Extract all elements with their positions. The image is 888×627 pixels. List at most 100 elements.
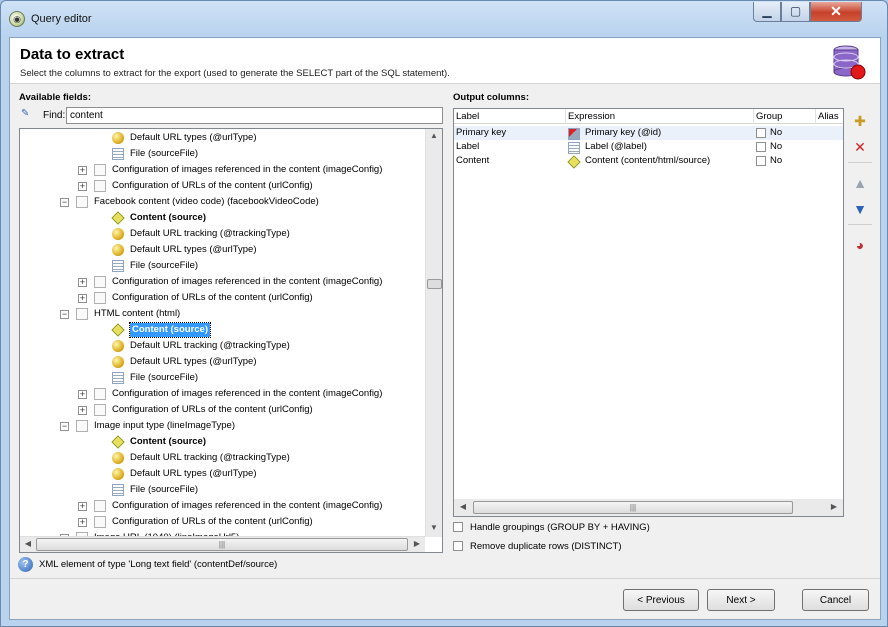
output-columns-table[interactable]: Label Expression Group Alias Primary key… xyxy=(453,108,844,517)
content-field-icon xyxy=(111,435,125,449)
primary-key-icon xyxy=(568,128,580,140)
add-column-icon[interactable]: ✚ xyxy=(851,112,869,130)
group-value: No xyxy=(770,127,783,138)
column-header-expression[interactable]: Expression xyxy=(566,109,754,124)
distribution-icon[interactable]: ◕ xyxy=(851,236,869,254)
expand-icon[interactable]: + xyxy=(78,278,87,287)
node-icon xyxy=(76,196,88,208)
expand-icon[interactable]: + xyxy=(78,166,87,175)
tree-row[interactable]: − Image input type (lineImageType) xyxy=(20,418,420,434)
expand-icon[interactable]: + xyxy=(78,406,87,415)
find-input[interactable] xyxy=(66,107,443,124)
expand-icon[interactable]: + xyxy=(78,518,87,527)
tree-row[interactable]: Default URL types (@urlType) xyxy=(20,354,420,370)
maximize-button[interactable]: ▢ xyxy=(781,2,810,22)
output-tools: ✚ ✕ ▲ ▼ ◕ xyxy=(848,108,872,268)
tree-row[interactable]: Content (source) xyxy=(20,322,420,338)
minimize-button[interactable]: ▁ xyxy=(753,2,781,22)
tree-row[interactable]: Default URL types (@urlType) xyxy=(20,242,420,258)
move-down-icon[interactable]: ▼ xyxy=(851,200,869,218)
out-scroll-right-icon[interactable]: ▶ xyxy=(826,502,842,511)
tree-row[interactable]: + Configuration of URLs of the content (u… xyxy=(20,178,420,194)
tree-row[interactable]: + Configuration of URLs of the content (u… xyxy=(20,402,420,418)
output-row[interactable]: Content Content (content/html/source) No xyxy=(454,154,843,169)
expand-icon[interactable]: + xyxy=(78,294,87,303)
tree-row-label: File (sourceFile) xyxy=(130,372,199,383)
url-type-icon xyxy=(112,468,124,480)
delete-icon[interactable]: ✕ xyxy=(851,138,869,156)
expand-icon[interactable]: + xyxy=(78,182,87,191)
expand-icon[interactable]: + xyxy=(78,390,87,399)
scroll-down-icon[interactable]: ▼ xyxy=(426,523,442,532)
group-checkbox[interactable] xyxy=(756,128,766,138)
tree-row[interactable]: + Configuration of images referenced in t… xyxy=(20,162,420,178)
tree-scroll-thumb[interactable] xyxy=(427,279,442,289)
tree-row-label: Default URL tracking (@trackingType) xyxy=(130,340,290,351)
tree-row[interactable]: Default URL types (@urlType) xyxy=(20,130,420,146)
file-icon xyxy=(112,372,124,384)
move-up-icon[interactable]: ▲ xyxy=(851,174,869,192)
node-icon xyxy=(76,308,88,320)
tree-horizontal-scrollbar[interactable]: ◀ ||| ▶ xyxy=(20,536,425,552)
scroll-right-icon[interactable]: ▶ xyxy=(409,539,425,548)
tree-row[interactable]: − Facebook content (video code) (facebook… xyxy=(20,194,420,210)
tree-row[interactable]: Default URL tracking (@trackingType) xyxy=(20,450,420,466)
node-icon xyxy=(94,164,106,176)
tree-hscroll-thumb[interactable]: ||| xyxy=(36,538,408,551)
grouping-checkbox[interactable] xyxy=(453,522,463,532)
tree-row[interactable]: File (sourceFile) xyxy=(20,482,420,498)
content-field-icon xyxy=(567,155,581,169)
tree-row[interactable]: File (sourceFile) xyxy=(20,146,420,162)
expand-icon[interactable]: + xyxy=(78,502,87,511)
scroll-up-icon[interactable]: ▲ xyxy=(426,131,442,140)
scroll-left-icon[interactable]: ◀ xyxy=(20,539,36,548)
tree-vertical-scrollbar[interactable]: ▲ ▼ xyxy=(425,129,442,537)
node-icon xyxy=(94,292,106,304)
available-fields-tree[interactable]: Default URL types (@urlType) File (source… xyxy=(19,128,443,553)
output-hscroll-thumb[interactable]: ||| xyxy=(473,501,793,514)
title-bar[interactable]: ◉ Query editor ▁ ▢ ✕ xyxy=(1,1,887,37)
column-header-group[interactable]: Group xyxy=(754,109,816,124)
url-type-icon xyxy=(112,452,124,464)
cancel-button[interactable]: Cancel xyxy=(802,589,869,611)
tree-row[interactable]: Default URL tracking (@trackingType) xyxy=(20,226,420,242)
find-row: ✎ Find: xyxy=(19,106,443,124)
tree-row-label: File (sourceFile) xyxy=(130,484,199,495)
group-checkbox[interactable] xyxy=(756,142,766,152)
tree-row[interactable]: + Configuration of images referenced in t… xyxy=(20,498,420,514)
output-row-expression: Label (@label) xyxy=(585,141,647,152)
out-scroll-left-icon[interactable]: ◀ xyxy=(455,502,471,511)
tree-row[interactable]: File (sourceFile) xyxy=(20,370,420,386)
tree-row[interactable]: Content (source) xyxy=(20,210,420,226)
column-header-label[interactable]: Label xyxy=(454,109,566,124)
query-editor-window: ◉ Query editor ▁ ▢ ✕ Data to extract Sel… xyxy=(0,0,888,627)
tree-row[interactable]: + Configuration of images referenced in t… xyxy=(20,386,420,402)
output-horizontal-scrollbar[interactable]: ◀ ||| ▶ xyxy=(454,499,843,516)
node-icon xyxy=(94,180,106,192)
tree-row-label: Default URL types (@urlType) xyxy=(130,244,257,255)
tree-row[interactable]: + Configuration of URLs of the content (u… xyxy=(20,290,420,306)
next-button[interactable]: Next > xyxy=(707,589,775,611)
output-row[interactable]: Primary key Primary key (@id) No xyxy=(454,126,843,140)
tree-row[interactable]: + Configuration of URLs of the content (u… xyxy=(20,514,420,530)
output-row[interactable]: Label Label (@label) No xyxy=(454,140,843,154)
distinct-checkbox[interactable] xyxy=(453,541,463,551)
tree-row[interactable]: File (sourceFile) xyxy=(20,258,420,274)
group-value: No xyxy=(770,155,783,166)
tree-row[interactable]: + Configuration of images referenced in t… xyxy=(20,274,420,290)
file-icon xyxy=(112,260,124,272)
group-checkbox[interactable] xyxy=(756,156,766,166)
tree-row[interactable]: Content (source) xyxy=(20,434,420,450)
tree-row[interactable]: Default URL types (@urlType) xyxy=(20,466,420,482)
tree-row[interactable]: − HTML content (html) xyxy=(20,306,420,322)
previous-button[interactable]: < Previous xyxy=(623,589,699,611)
tree-row-label: Configuration of URLs of the content (ur… xyxy=(112,404,313,415)
collapse-icon[interactable]: − xyxy=(60,310,69,319)
collapse-icon[interactable]: − xyxy=(60,422,69,431)
tree-row-label: Content (source) xyxy=(130,436,206,447)
tree-row[interactable]: Default URL tracking (@trackingType) xyxy=(20,338,420,354)
collapse-icon[interactable]: − xyxy=(60,198,69,207)
tree-row-label: Configuration of images referenced in th… xyxy=(112,164,383,175)
column-header-alias[interactable]: Alias xyxy=(816,109,843,124)
close-button[interactable]: ✕ xyxy=(810,2,862,22)
